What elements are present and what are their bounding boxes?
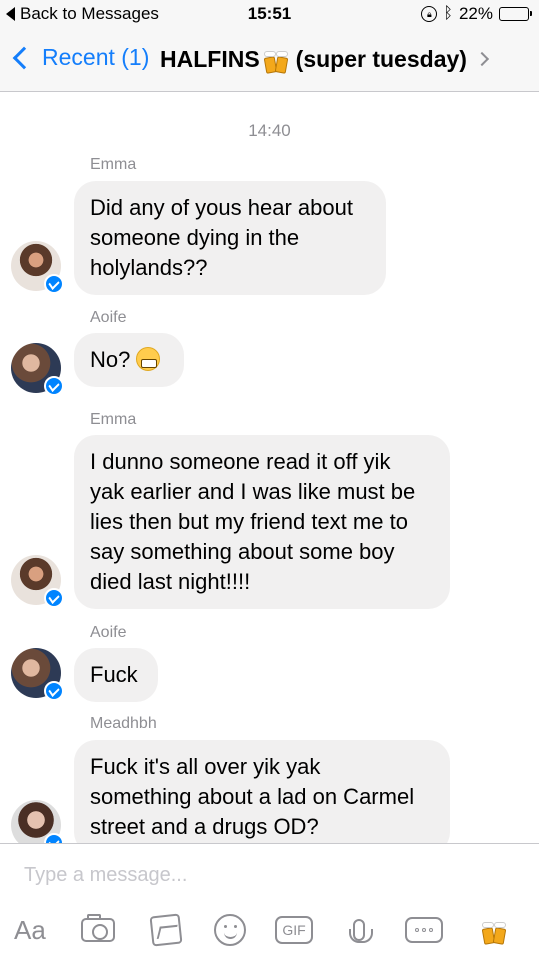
more-icon[interactable] — [404, 912, 444, 948]
battery-icon — [499, 7, 532, 21]
status-bar: Back to Messages 15:51 🔒︎ ᛒ 22% — [0, 0, 539, 28]
message-line: street and a drugs OD? — [90, 814, 319, 839]
message-bubble[interactable]: I dunno someone read it off yik yak earl… — [74, 435, 450, 609]
sender-name: Emma — [90, 156, 137, 173]
recent-back-label: Recent (1) — [42, 44, 150, 70]
bluetooth-icon: ᛒ — [443, 5, 453, 22]
grimacing-face-emoji — [136, 347, 161, 371]
messenger-badge-icon — [44, 376, 64, 396]
gallery-icon[interactable] — [148, 912, 184, 948]
messenger-badge-icon — [44, 833, 64, 843]
composer: Aa GIF — [0, 843, 539, 960]
message-bubble[interactable]: Did any of yous hear about someone dying… — [74, 181, 386, 295]
message-line: holylands?? — [90, 255, 208, 280]
beer-mugs-emoji — [480, 916, 507, 945]
message-thread[interactable]: 14:40 Emma Did any of yous hear about so… — [0, 93, 539, 843]
gif-label: GIF — [275, 916, 313, 944]
avatar-aoife[interactable] — [11, 343, 64, 396]
message-line: died last night!!!! — [90, 569, 251, 594]
camera-icon[interactable] — [80, 912, 116, 948]
sender-name: Meadhbh — [90, 715, 157, 732]
thread-timestamp: 14:40 — [248, 121, 291, 140]
message-input[interactable] — [24, 864, 514, 887]
chevron-right-icon — [474, 51, 490, 67]
text-format-icon[interactable]: Aa — [14, 912, 46, 948]
message-bubble[interactable]: Fuck — [74, 648, 158, 702]
message-line: yak earlier and I was like must be — [90, 479, 416, 504]
conversation-name: HALFINS — [160, 45, 260, 72]
message-line: Fuck it's all over yik yak — [90, 754, 321, 779]
chevron-left-icon — [12, 46, 36, 69]
sender-name: Aoife — [90, 309, 127, 326]
message-line: someone dying in the — [90, 225, 300, 250]
sender-name: Emma — [90, 411, 137, 428]
messenger-badge-icon — [44, 274, 64, 294]
lock-rotation-icon: 🔒︎ — [421, 6, 438, 22]
avatar-aoife[interactable] — [11, 648, 64, 701]
gif-icon[interactable]: GIF — [274, 912, 314, 948]
conversation-title[interactable]: HALFINS (super tuesday) — [160, 45, 490, 74]
avatar-emma[interactable] — [11, 555, 64, 608]
beer-mugs-emoji — [262, 45, 290, 74]
emoji-icon[interactable] — [212, 912, 248, 948]
message-line: say something about some boy — [90, 539, 395, 564]
nav-bar: Recent (1) HALFINS (super tuesday) — [0, 28, 539, 92]
message-line: something about a lad on Carmel — [90, 784, 415, 809]
beer-mugs-emoji-button[interactable] — [478, 912, 510, 948]
messenger-badge-icon — [44, 681, 64, 701]
conversation-suffix: (super tuesday) — [295, 45, 467, 72]
avatar-meadhbh[interactable] — [11, 800, 64, 843]
message-line: I dunno someone read it off yik — [90, 449, 391, 474]
recent-back-button[interactable]: Recent (1) — [10, 44, 149, 71]
avatar-emma[interactable] — [11, 241, 64, 294]
sender-name: Aoife — [90, 624, 127, 641]
message-bubble[interactable]: Fuck it's all over yik yak something abo… — [74, 740, 450, 843]
message-line: Did any of yous hear about — [90, 195, 353, 220]
status-icons: 🔒︎ ᛒ 22% — [421, 4, 532, 24]
message-text: No? — [90, 347, 131, 372]
message-bubble[interactable]: No? — [74, 333, 184, 387]
battery-percent: 22% — [458, 4, 493, 23]
microphone-icon[interactable] — [344, 912, 374, 948]
message-line: lies then but my friend text me to — [90, 509, 408, 534]
messenger-badge-icon — [44, 588, 64, 608]
message-text: Fuck — [90, 662, 138, 687]
